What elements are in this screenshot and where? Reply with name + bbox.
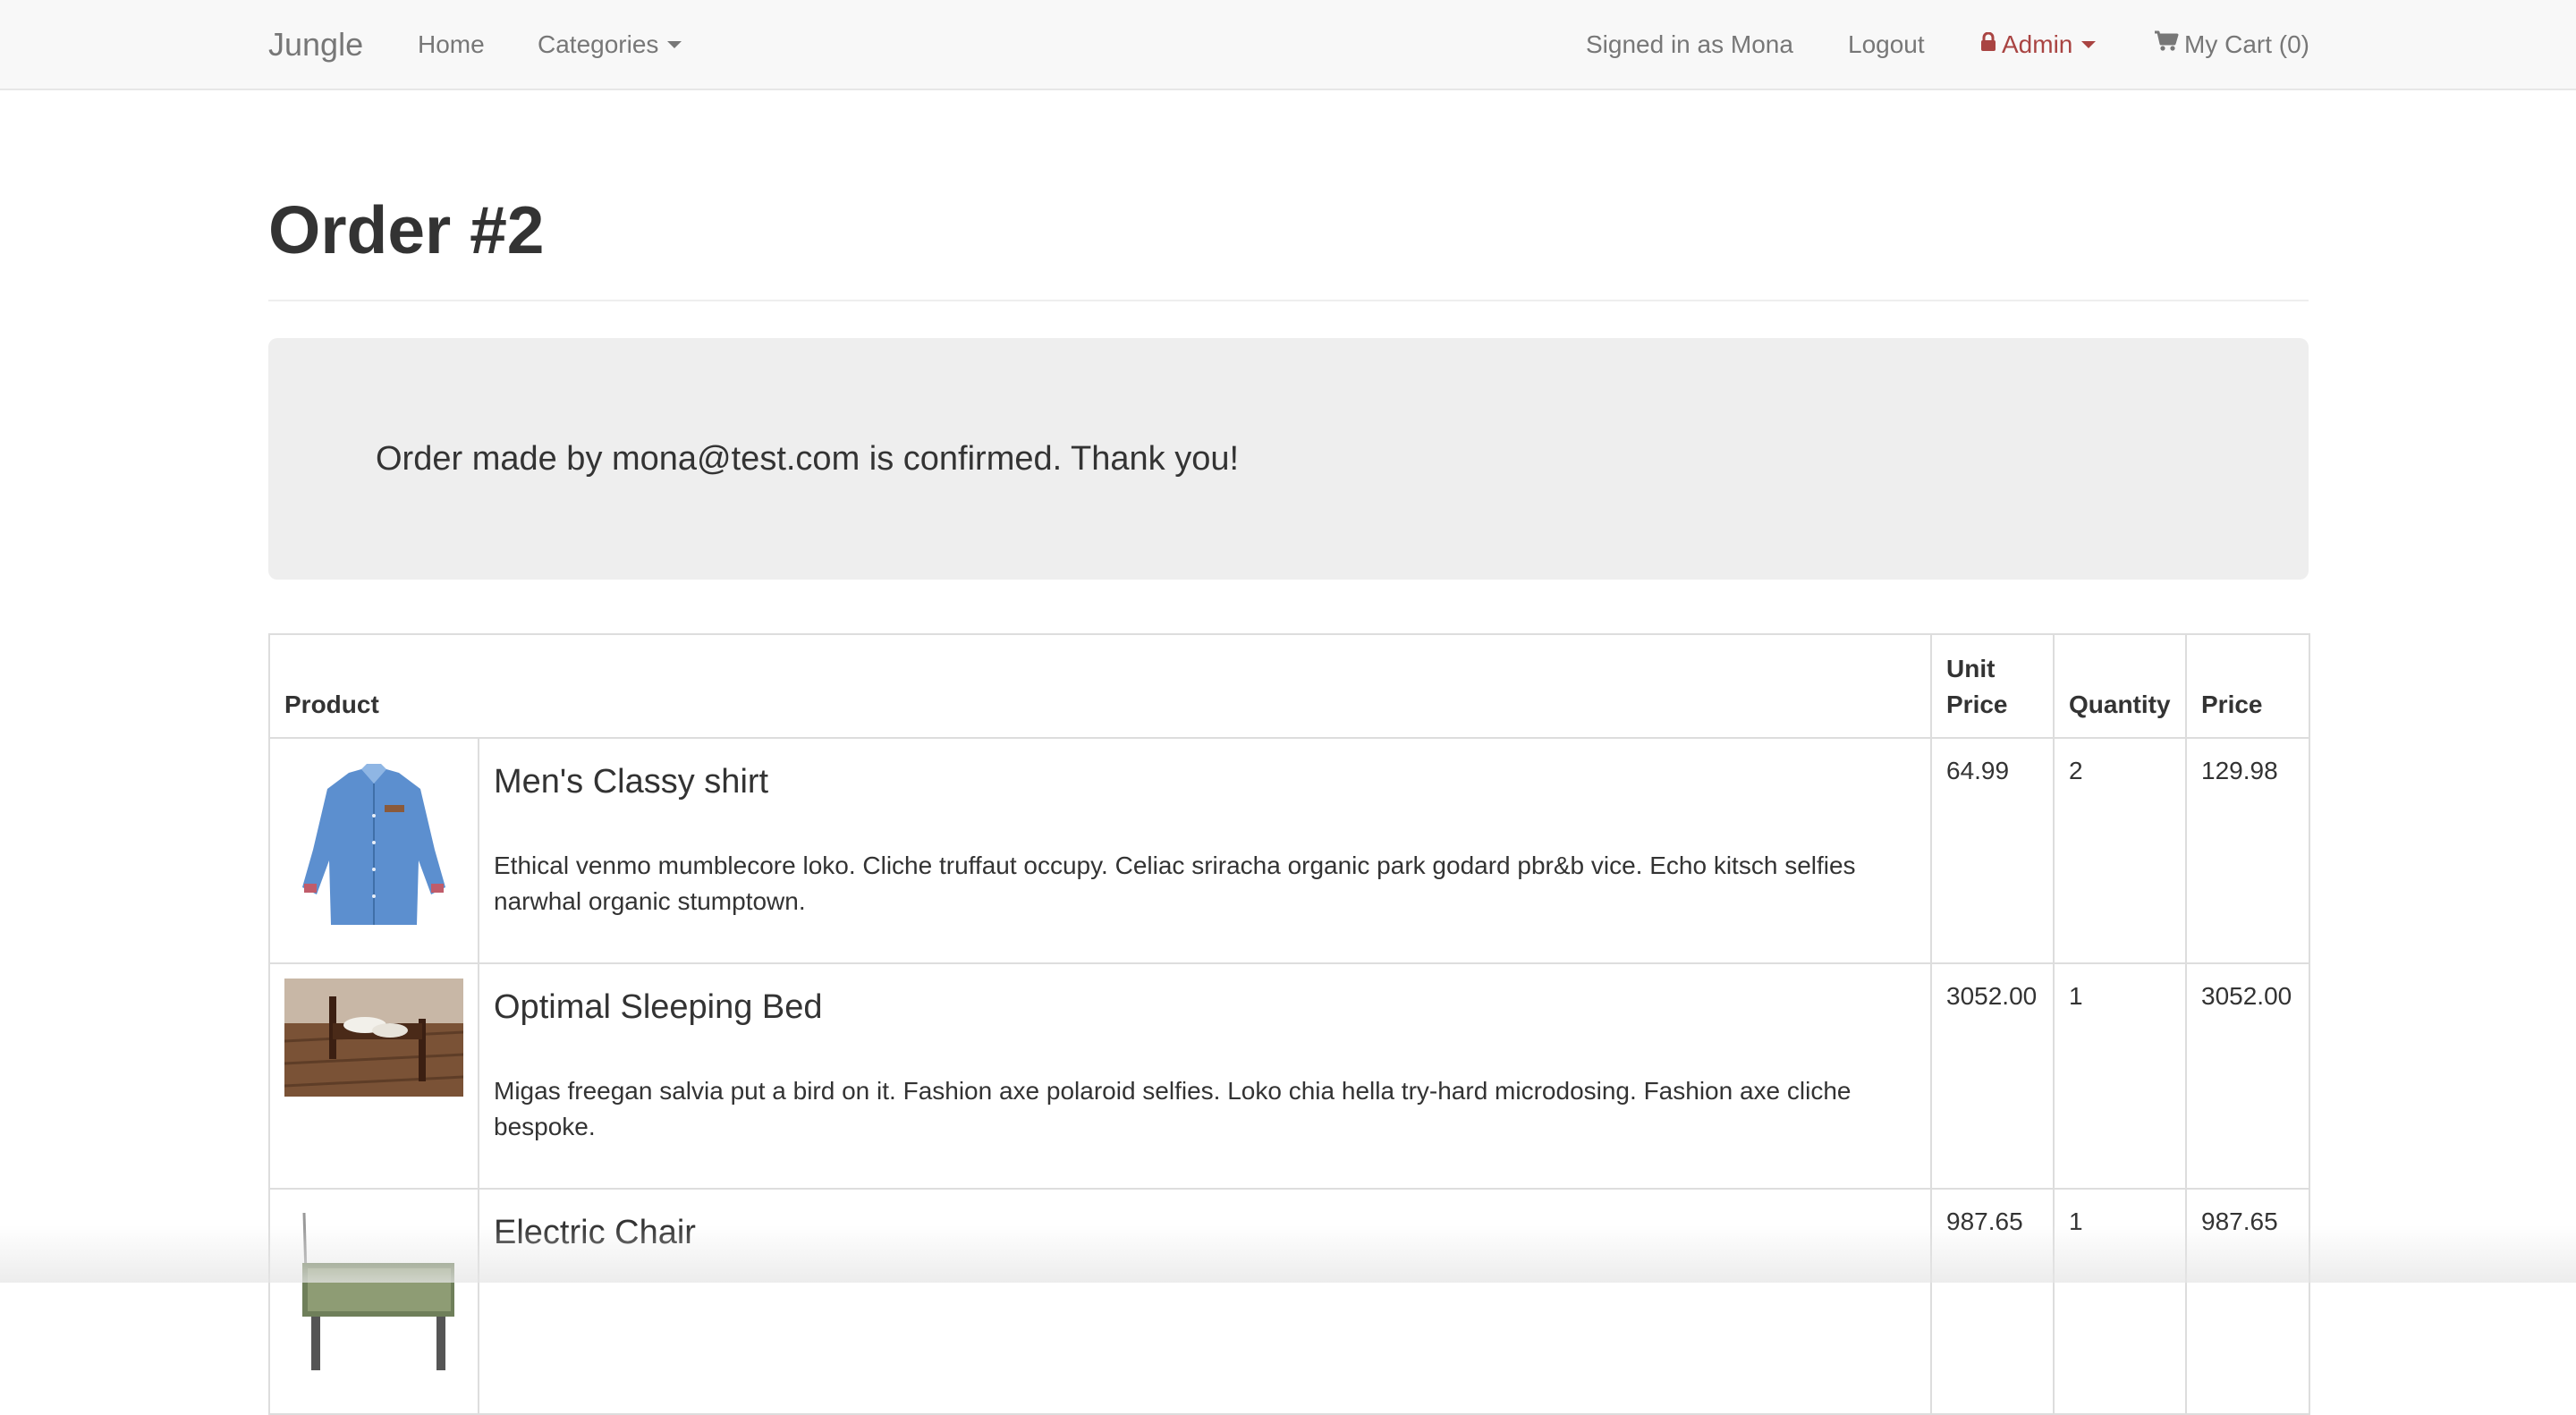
quantity-cell: 1 (2053, 1188, 2187, 1415)
nav-home-link[interactable]: Home (418, 0, 485, 89)
quantity-cell: 2 (2053, 737, 2187, 964)
quantity-cell: 1 (2053, 962, 2187, 1190)
unit-price-cell: 64.99 (1930, 737, 2055, 964)
title-divider (268, 300, 2309, 301)
unit-price-cell: 987.65 (1930, 1188, 2055, 1415)
nav-categories-label: Categories (538, 30, 659, 58)
admin-dropdown[interactable]: Admin (1980, 0, 2097, 89)
product-image-bed[interactable] (284, 979, 463, 1097)
page-title: Order #2 (268, 192, 545, 267)
product-image-cell (268, 962, 479, 1190)
product-info-cell: Optimal Sleeping Bed Migas freegan salvi… (478, 962, 1932, 1190)
caret-down-icon (667, 40, 682, 48)
admin-label: Admin (2002, 30, 2073, 58)
signed-in-text: Signed in as Mona (1586, 30, 1793, 58)
product-image-shirt[interactable] (284, 753, 463, 932)
brand-link[interactable]: Jungle (268, 0, 363, 89)
header-price: Price (2185, 633, 2310, 739)
product-info-cell: Electric Chair (478, 1188, 1932, 1415)
cart-link[interactable]: My Cart (0) (2154, 0, 2309, 89)
product-image-cell (268, 737, 479, 964)
product-image-electric-chair[interactable] (284, 1204, 463, 1383)
product-name: Optimal Sleeping Bed (494, 988, 823, 1026)
header-product: Product (268, 633, 1932, 739)
cart-label: My Cart (0) (2184, 30, 2309, 58)
lock-icon (1980, 0, 1996, 89)
product-image-cell (268, 1188, 479, 1415)
table-header-row: Product Unit Price Quantity Price (268, 633, 2310, 739)
price-cell: 129.98 (2185, 737, 2310, 964)
price-cell: 3052.00 (2185, 962, 2310, 1190)
logout-link[interactable]: Logout (1848, 0, 1925, 89)
table-row: Electric Chair 987.65 1 987.65 (268, 1188, 2310, 1415)
caret-down-icon (2081, 40, 2097, 48)
product-description: Migas freegan salvia put a bird on it. F… (494, 1077, 1852, 1140)
product-info-cell: Men's Classy shirt Ethical venmo mumblec… (478, 737, 1932, 964)
order-confirmation-panel: Order made by mona@test.com is confirmed… (268, 338, 2309, 580)
table-row: Optimal Sleeping Bed Migas freegan salvi… (268, 962, 2310, 1190)
product-name: Electric Chair (494, 1214, 696, 1251)
shopping-cart-icon (2154, 0, 2179, 89)
confirmation-message: Order made by mona@test.com is confirmed… (376, 440, 1240, 478)
header-unit-price: Unit Price (1930, 633, 2055, 739)
nav-categories-dropdown[interactable]: Categories (538, 0, 682, 89)
table-row: Men's Classy shirt Ethical venmo mumblec… (268, 737, 2310, 964)
navbar: Jungle Home Categories Signed in as Mona… (0, 0, 2576, 90)
unit-price-cell: 3052.00 (1930, 962, 2055, 1190)
order-items-table: Product Unit Price Quantity Price Men's … (268, 633, 2310, 1415)
product-description: Ethical venmo mumblecore loko. Cliche tr… (494, 852, 1856, 915)
header-quantity: Quantity (2053, 633, 2187, 739)
product-name: Men's Classy shirt (494, 763, 769, 801)
price-cell: 987.65 (2185, 1188, 2310, 1415)
